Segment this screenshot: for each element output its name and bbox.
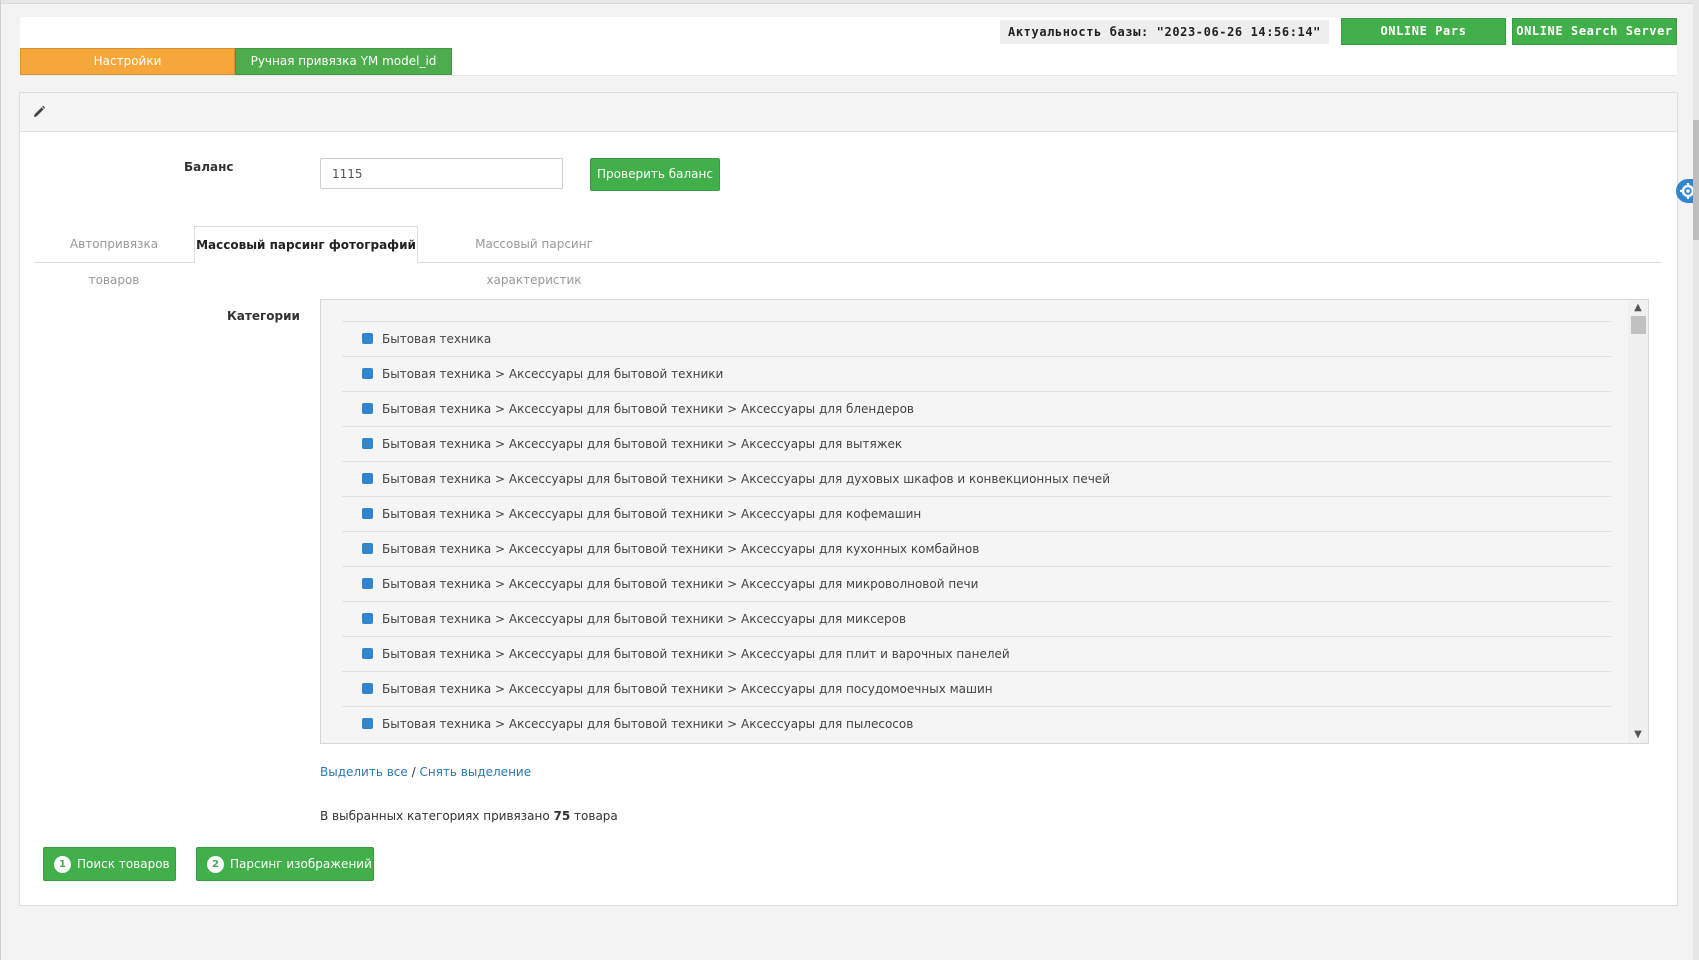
panel-header [20,93,1677,132]
tab-mass-spec-parsing[interactable]: Массовый парсинг характеристик [428,226,640,287]
scroll-up-icon[interactable]: ▲ [1632,302,1644,314]
category-checkbox[interactable] [362,368,373,379]
category-checkbox[interactable] [362,718,373,729]
step-number-2: 2 [207,855,224,873]
left-border [0,0,1,960]
step-number-1: 1 [54,855,71,873]
header: Актуальность базы: "2023-06-26 14:56:14"… [20,17,1677,76]
menu-tab-settings[interactable]: Настройки [20,48,235,75]
top-border [0,0,1699,4]
category-label: Бытовая техника > Аксессуары для бытовой… [382,437,903,451]
category-item[interactable]: Бытовая техника > Аксессуары для бытовой… [342,636,1611,671]
category-label: Бытовая техника > Аксессуары для бытовой… [382,682,993,696]
category-checkbox[interactable] [362,683,373,694]
scroll-thumb[interactable] [1631,316,1646,334]
check-balance-button[interactable]: Проверить баланс [590,158,720,191]
category-checkbox[interactable] [362,508,373,519]
category-item[interactable]: Бытовая техника > Аксессуары для бытовой… [342,566,1611,601]
balance-label: Баланс [184,160,234,174]
select-all-link[interactable]: Выделить все [320,765,408,779]
category-checkbox[interactable] [362,438,373,449]
status-area: Актуальность базы: "2023-06-26 14:56:14"… [1000,18,1677,45]
scroll-down-icon[interactable]: ▼ [1632,729,1644,741]
links-separator: / [407,765,420,779]
category-checkbox[interactable] [362,543,373,554]
category-checkbox[interactable] [362,403,373,414]
page-scroll-thumb[interactable] [1693,120,1699,240]
bound-info-prefix: В выбранных категориях привязано [320,809,554,823]
categories-label: Категории [227,309,300,323]
category-label: Бытовая техника [382,332,492,346]
search-products-button[interactable]: 1 Поиск товаров [43,847,176,881]
category-label: Бытовая техника > Аксессуары для бытовой… [382,542,980,556]
online-pars-button[interactable]: ONLINE Pars [1341,18,1506,45]
category-item[interactable]: Бытовая техника > Аксессуары для бытовой… [342,496,1611,531]
db-actuality-label: Актуальность базы: "2023-06-26 14:56:14" [1000,19,1329,44]
pencil-icon[interactable] [32,105,46,119]
category-checkbox[interactable] [362,578,373,589]
balance-input[interactable] [320,158,563,189]
deselect-link[interactable]: Снять выделение [419,765,531,779]
category-label: Бытовая техника > Аксессуары для бытовой… [382,612,907,626]
search-products-label: Поиск товаров [77,857,170,871]
menu-tab-manual-binding[interactable]: Ручная привязка YM model_id [235,48,452,75]
tab-auto-binding[interactable]: Автопривязка товаров [48,226,180,287]
categories-list-box: Бытовая техника Бытовая техника > Аксессу… [320,299,1649,744]
category-label: Бытовая техника > Аксессуары для бытовой… [382,717,914,731]
category-label: Бытовая техника > Аксессуары для бытовой… [382,577,979,591]
bound-products-info: В выбранных категориях привязано 75 това… [320,809,618,823]
category-label: Бытовая техника > Аксессуары для бытовой… [382,472,1110,486]
category-item[interactable]: Бытовая техника > Аксессуары для бытовой… [342,426,1611,461]
main-panel: Баланс Проверить баланс Автопривязка тов… [19,92,1678,906]
category-label: Бытовая техника > Аксессуары для бытовой… [382,647,1010,661]
category-item[interactable]: Бытовая техника > Аксессуары для бытовой… [342,601,1611,636]
parse-images-label: Парсинг изображений [230,857,372,871]
category-label: Бытовая техника > Аксессуары для бытовой… [382,507,922,521]
select-links: Выделить все / Снять выделение [320,765,531,779]
parse-images-button[interactable]: 2 Парсинг изображений [196,847,374,881]
category-item[interactable]: Бытовая техника > Аксессуары для бытовой… [342,391,1611,426]
category-checkbox[interactable] [362,333,373,344]
category-item[interactable]: Бытовая техника > Аксессуары для бытовой… [342,356,1611,391]
bound-info-suffix: товара [570,809,618,823]
category-item[interactable]: Бытовая техника > Аксессуары для бытовой… [342,671,1611,706]
tabs-bar: Автопривязка товаров Массовый парсинг фо… [34,226,1661,287]
page-scrollbar[interactable] [1693,0,1699,960]
categories-list: Бытовая техника Бытовая техника > Аксессу… [342,321,1611,741]
category-item[interactable]: Бытовая техника > Аксессуары для бытовой… [342,531,1611,566]
category-item[interactable]: Бытовая техника [342,321,1611,356]
tab-mass-photo-parsing[interactable]: Массовый парсинг фотографий [194,226,418,263]
category-checkbox[interactable] [362,648,373,659]
categories-scrollbar[interactable]: ▲ ▼ [1628,300,1648,743]
category-label: Бытовая техника > Аксессуары для бытовой… [382,367,724,381]
menu-tabs: Настройки Ручная привязка YM model_id [20,48,452,75]
category-item[interactable]: Бытовая техника > Аксессуары для бытовой… [342,706,1611,741]
category-checkbox[interactable] [362,473,373,484]
category-checkbox[interactable] [362,613,373,624]
online-search-server-button[interactable]: ONLINE Search Server [1512,18,1677,45]
category-label: Бытовая техника > Аксессуары для бытовой… [382,402,914,416]
bound-count: 75 [553,809,571,823]
category-item[interactable]: Бытовая техника > Аксессуары для бытовой… [342,461,1611,496]
